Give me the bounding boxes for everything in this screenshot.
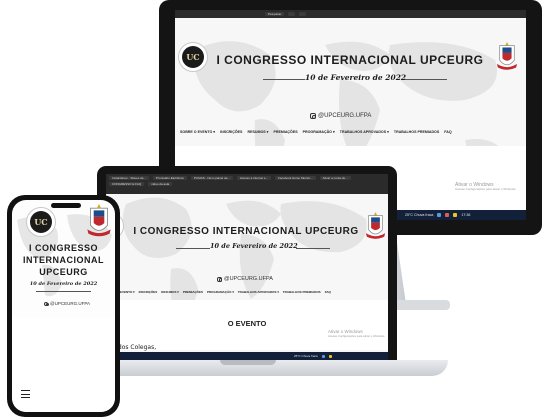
instagram-icon: [217, 276, 223, 282]
ufpa-crest-icon: [365, 212, 386, 239]
nav-item-programacao[interactable]: PROGRAMAÇÃO ▾: [303, 130, 335, 134]
title-rule-left: [263, 79, 305, 80]
weather-widget[interactable]: 25°C Chuva fraca: [405, 213, 433, 217]
event-date: 10 de Fevereiro de 2022: [305, 73, 407, 82]
section-heading: O EVENTO: [227, 319, 267, 328]
upceurg-logo[interactable]: UC: [26, 207, 56, 237]
instagram-handle: @UPCEURG.UFPA: [224, 276, 273, 282]
windows-activation-watermark: Ativar o Windows Acesse Configurações pa…: [328, 329, 385, 338]
nav-item-sobre[interactable]: SOBRE O EVENTO ▾: [180, 130, 215, 134]
title-rule-right: [296, 248, 330, 249]
ufpa-crest-icon: [496, 42, 518, 70]
device-mockup-composition: Pesquisar · · UC I CONGRESSO INTERNACION…: [0, 0, 546, 420]
activate-subtitle: Acesse Configurações para ativar o Windo…: [328, 333, 386, 338]
browser-tab[interactable]: vídeo da aula: [148, 182, 173, 186]
main-navigation: SOBRE O EVENTO ▾ INSCRIÇÕES RESUMOS ▾ PR…: [180, 130, 452, 134]
title-rule-left: [176, 248, 210, 249]
site-title: I CONGRESSO INTERNACIONAL UPCEURG: [133, 226, 359, 237]
tray-icon[interactable]: [445, 213, 450, 217]
instagram-icon: [44, 301, 49, 306]
logo-mark: UC: [186, 52, 200, 62]
nav-item-premiacoes[interactable]: PREMIAÇÕES: [273, 130, 297, 134]
tray-icon[interactable]: [453, 213, 458, 217]
windows-taskbar: 25°C Chuva fraca: [106, 352, 388, 360]
event-date: 10 de Fevereiro de 2022: [29, 281, 98, 287]
tray-icon[interactable]: [328, 354, 332, 358]
weather-widget[interactable]: 25°C Chuva fraca: [294, 354, 318, 358]
title-rule-right: [405, 79, 447, 80]
activate-subtitle: Acesse Configurações para ativar o Windo…: [455, 187, 517, 192]
smartphone: UC I CONGRESSO INTERNACIONAL UPCEURG 10 …: [7, 195, 120, 417]
date-underline: [36, 291, 91, 292]
clock-time[interactable]: 17:36: [461, 213, 470, 217]
nav-item-resumos[interactable]: RESUMOS ▾: [247, 130, 268, 134]
browser-tab[interactable]: Pesquisar: [265, 12, 285, 16]
site-title-line-1: I CONGRESSO: [28, 243, 98, 253]
nav-item-inscricoes[interactable]: INSCRIÇÕES: [139, 290, 158, 294]
phone-speaker: [51, 203, 81, 208]
laptop: Instantâneo - Slaves de... Prontuário El…: [97, 166, 397, 364]
instagram-link[interactable]: @UPCEURG.UFPA: [217, 276, 273, 282]
nav-item-aprovados[interactable]: TRABALHOS APROVADOS ▾: [340, 130, 389, 134]
instagram-link[interactable]: @UPCEURG.UFPA: [310, 113, 371, 119]
nav-item-premiados[interactable]: TRABALHOS PREMIADOS: [394, 130, 439, 134]
browser-tab[interactable]: ·: [299, 12, 307, 16]
upceurg-logo[interactable]: UC: [178, 42, 208, 72]
nav-item-faq[interactable]: FAQ: [444, 130, 451, 134]
laptop-notch: [220, 360, 276, 365]
browser-tab[interactable]: Ativar a conta de...: [319, 176, 351, 180]
nav-item-aprovados[interactable]: TRABALHOS APROVADOS ▾: [238, 290, 279, 294]
instagram-link[interactable]: @UPCEURG.UFPA: [44, 301, 90, 306]
laptop-browser-bar: Instantâneo - Slaves de... Prontuário El…: [106, 174, 388, 194]
browser-tab[interactable]: CONGRESSO E FAQ: [109, 182, 145, 186]
monitor-browser-bar: Pesquisar · ·: [175, 10, 526, 18]
nav-item-inscricoes[interactable]: INSCRIÇÕES: [220, 130, 242, 134]
site-title: I CONGRESSO INTERNACIONAL UPCEURG: [216, 53, 484, 67]
windows-activation-watermark: Ativar o Windows Acesse Configurações pa…: [455, 182, 516, 192]
laptop-screen: Instantâneo - Slaves de... Prontuário El…: [106, 174, 388, 360]
site-title-line-3: UPCEURG: [39, 267, 88, 277]
browser-tab[interactable]: Facebook Home Mentor...: [275, 176, 316, 180]
nav-item-resumos[interactable]: RESUMOS ▾: [161, 290, 179, 294]
nav-item-faq[interactable]: FAQ: [325, 290, 331, 294]
site-title-line-2: INTERNACIONAL: [23, 255, 104, 265]
nav-item-premiacoes[interactable]: PREMIAÇÕES: [183, 290, 203, 294]
nav-item-programacao[interactable]: PROGRAMAÇÃO ▾: [207, 290, 234, 294]
browser-tab[interactable]: Prontuário Eletrônico: [153, 176, 188, 180]
event-date: 10 de Fevereiro de 2022: [210, 242, 298, 250]
instagram-handle: @UPCEURG.UFPA: [50, 301, 90, 306]
tray-icon[interactable]: [437, 213, 442, 217]
hamburger-menu-icon[interactable]: [21, 390, 30, 398]
browser-tab[interactable]: PUMAS - Novo painel de...: [191, 176, 233, 180]
instagram-handle: @UPCEURG.UFPA: [318, 113, 372, 119]
browser-tab[interactable]: Acesso a internet e...: [236, 176, 272, 180]
ufpa-crest-icon: [87, 204, 111, 237]
tray-icon[interactable]: [321, 354, 325, 358]
instagram-icon: [310, 113, 316, 119]
browser-tab[interactable]: ·: [288, 12, 296, 16]
logo-mark: UC: [34, 217, 48, 227]
browser-tab[interactable]: Instantâneo - Slaves de...: [109, 176, 150, 180]
phone-screen: UC I CONGRESSO INTERNACIONAL UPCEURG 10 …: [12, 200, 115, 412]
main-navigation: E O EVENTO ▾ INSCRIÇÕES RESUMOS ▾ PREMIA…: [114, 290, 331, 294]
nav-item-premiados[interactable]: TRABALHOS PREMIADOS: [283, 290, 321, 294]
